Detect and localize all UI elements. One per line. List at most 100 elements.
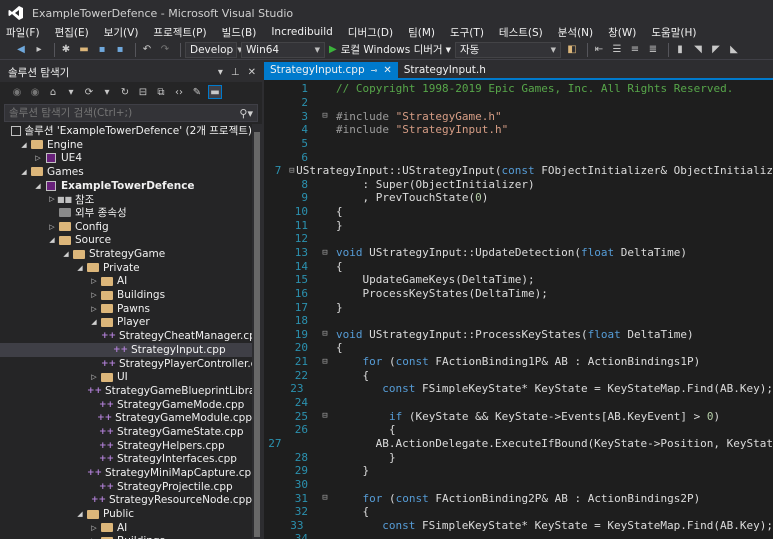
tree-item[interactable]: ◢ Private [0,261,252,275]
tree-item[interactable]: ▷ UE4 [0,151,252,165]
pin-icon[interactable]: ⊸ [371,66,378,75]
bookmark-icon[interactable]: ▮ [673,43,687,57]
solution-explorer-search[interactable]: ⚲▾ [4,104,258,122]
tree-item[interactable]: ▷ Pawns [0,302,252,316]
scrollbar-thumb[interactable] [254,132,260,537]
menu-build[interactable]: 빌드(B) [222,25,257,40]
tree-item[interactable]: ++ StrategyInput.cpp [0,343,252,357]
solution-platform-dropdown[interactable]: Win64 ▼ [241,41,325,58]
new-project-icon[interactable]: ✱ [59,43,73,57]
refresh-icon[interactable]: ↻ [118,85,132,99]
redo-icon[interactable]: ↷ [158,43,172,57]
tree-item[interactable]: ◢ Games [0,165,252,179]
start-debugging-button[interactable]: ▶ 로컬 Windows 디버거 ▼ [329,42,451,57]
sync-icon[interactable]: ⟳ [82,85,96,99]
debug-target-dropdown[interactable]: 자동 ▼ [454,41,561,58]
tree-item[interactable]: ++ StrategyGameState.cpp [0,425,252,439]
home-icon[interactable]: ⌂ [46,85,60,99]
tree-item[interactable]: ++StrategyPlayerController.cpp [0,357,252,371]
step-into-icon[interactable]: ⇤ [592,43,606,57]
expanded-arrow-icon[interactable]: ◢ [74,264,86,272]
tree-item[interactable]: ++ StrategyGameModule.cpp [0,411,252,425]
tree-item[interactable]: ▷Buildings [0,288,252,302]
collapse-region-icon[interactable]: ⊟ [314,493,336,503]
expanded-arrow-icon[interactable]: ◢ [46,236,58,244]
menu-test[interactable]: 테스트(S) [499,25,543,40]
menu-debug[interactable]: 디버그(D) [348,25,393,40]
preview-selected-items-icon[interactable]: ▬ [208,85,222,99]
expanded-arrow-icon[interactable]: ◢ [74,510,86,518]
tree-item[interactable]: ▷ ■■ 참조 [0,192,252,206]
tree-item[interactable]: ++ StrategyInterfaces.cpp [0,453,252,467]
tree-item[interactable]: ▷ UI [0,370,252,384]
menu-file[interactable]: 파일(F) [6,25,40,40]
tree-item[interactable]: ◢ StrategyGame [0,247,252,261]
pin-icon[interactable]: ⊥ [231,67,240,78]
tree-item[interactable]: ◢ Source [0,234,252,248]
back-icon[interactable]: ◉ [10,85,24,99]
menu-help[interactable]: 도움말(H) [651,25,696,40]
menu-tools[interactable]: 도구(T) [450,25,484,40]
menu-edit[interactable]: 편집(E) [55,25,89,40]
collapsed-arrow-icon[interactable]: ▷ [88,291,100,299]
uncomment-icon[interactable]: ≣ [646,43,660,57]
collapse-region-icon[interactable]: ⊟ [287,166,296,176]
menu-view[interactable]: 보기(V) [104,25,139,40]
next-bookmark-icon[interactable]: ◤ [709,43,723,57]
menu-incredibuild[interactable]: Incredibuild [271,26,332,38]
solution-configuration-dropdown[interactable]: Develop ▼ [185,41,243,58]
tab-strategyinput-h[interactable]: StrategyInput.h [398,62,492,78]
show-all-files-icon[interactable]: ⧉ [154,85,168,99]
tree-item[interactable]: ▷ AI [0,521,252,535]
format-icon[interactable]: ☰ [610,43,624,57]
close-icon[interactable]: ✕ [383,65,391,76]
save-icon[interactable]: ▪ [95,43,109,57]
comment-icon[interactable]: ≡ [628,43,642,57]
collapse-region-icon[interactable]: ⊟ [314,411,336,421]
collapse-region-icon[interactable]: ⊟ [314,111,336,121]
collapsed-arrow-icon[interactable]: ▷ [88,524,100,532]
tree-item[interactable]: ++ StrategyHelpers.cpp [0,439,252,453]
menu-analyze[interactable]: 분석(N) [558,25,593,40]
tree-item[interactable]: ◢ Public [0,507,252,521]
tab-strategyinput-cpp[interactable]: StrategyInput.cpp ⊸ ✕ [264,62,398,78]
undo-icon[interactable]: ↶ [140,43,154,57]
expanded-arrow-icon[interactable]: ◢ [60,250,72,258]
expanded-arrow-icon[interactable]: ◢ [32,182,44,190]
tree-item[interactable]: ▷Buildings [0,535,252,539]
close-icon[interactable]: ✕ [248,67,256,78]
tree-item[interactable]: ++ StrategyCheatManager.cpp [0,329,252,343]
tree-item[interactable]: ++ StrategyResourceNode.cpp [0,494,252,508]
collapse-all-icon[interactable]: ⊟ [136,85,150,99]
pending-changes-filter-icon[interactable]: ▾ [100,85,114,99]
open-file-icon[interactable]: ▬ [77,43,91,57]
previous-bookmark-icon[interactable]: ◥ [691,43,705,57]
solution-explorer-scrollbar[interactable] [252,124,262,539]
expanded-arrow-icon[interactable]: ◢ [18,141,30,149]
tree-item[interactable]: ++ StrategyMiniMapCapture.cpp [0,466,252,480]
tree-item[interactable]: 외부 종속성 [0,206,252,220]
solution-explorer-search-input[interactable] [9,107,209,119]
menu-window[interactable]: 창(W) [608,25,636,40]
window-position-icon[interactable]: ▾ [218,67,223,78]
collapsed-arrow-icon[interactable]: ▷ [88,277,100,285]
tree-item[interactable]: ◢ Player [0,316,252,330]
expanded-arrow-icon[interactable]: ◢ [18,168,30,176]
menu-team[interactable]: 팀(M) [408,25,435,40]
tree-item[interactable]: ++StrategyGameBlueprintLibrary.cpp [0,384,252,398]
code-view[interactable]: 1 // Copyright 1998-2019 Epic Games, Inc.… [264,82,773,539]
collapse-region-icon[interactable]: ⊟ [314,248,336,258]
collapsed-arrow-icon[interactable]: ▷ [88,373,100,381]
collapsed-arrow-icon[interactable]: ▷ [88,305,100,313]
menu-project[interactable]: 프로젝트(P) [153,25,206,40]
navigate-forward-icon[interactable]: ▸ [32,43,46,57]
clear-bookmarks-icon[interactable]: ◣ [727,43,741,57]
collapsed-arrow-icon[interactable]: ▷ [32,154,44,162]
properties-icon[interactable]: ✎ [190,85,204,99]
tree-item[interactable]: ++ StrategyProjectile.cpp [0,480,252,494]
tree-item[interactable]: 솔루션 'ExampleTowerDefence' (2개 프로젝트) [0,124,252,138]
view-code-icon[interactable]: ‹› [172,85,186,99]
tree-item[interactable]: ▷ Config [0,220,252,234]
switch-views-icon[interactable]: ▾ [64,85,78,99]
tree-item[interactable]: ◢ ExampleTowerDefence [0,179,252,193]
